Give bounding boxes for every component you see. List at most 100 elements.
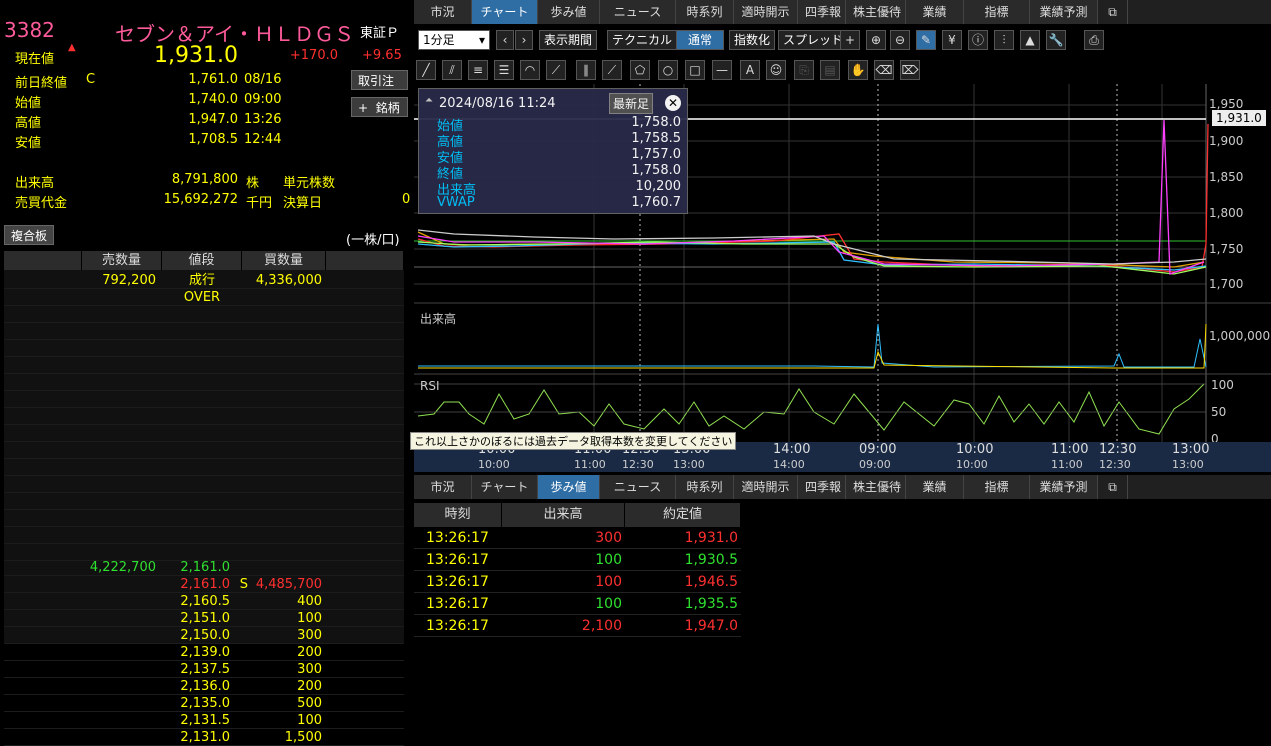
prev-close-date: 08/16 (244, 72, 282, 87)
yen-icon[interactable]: ¥ (942, 30, 962, 50)
tab-chart[interactable]: チャート (472, 475, 538, 499)
tick-row[interactable]: 13:26:17 100 1,935.5 (414, 593, 741, 615)
crosshair-icon[interactable]: + (840, 30, 860, 50)
dropdown-arrow-icon: ▾ (478, 33, 485, 47)
tab-disclosure[interactable]: 適時開示 (734, 475, 798, 499)
rect-tool-icon[interactable]: □ (685, 60, 705, 80)
history-tooltip: これ以上さかのぼるには過去データ取得本数を変更してください (410, 432, 737, 450)
wrench-icon[interactable]: 🔧 (1046, 30, 1066, 50)
up-arrow-icon: ▲ (68, 42, 76, 53)
tab-performance[interactable]: 業績 (906, 0, 964, 24)
book-row-bid[interactable]: 2,151.0 100 (4, 610, 404, 627)
book-row-bid[interactable]: 2,137.5 300 (4, 661, 404, 678)
book-row-market[interactable]: 792,200 成行 4,336,000 (4, 272, 404, 289)
tab-ticks[interactable]: 歩み値 (538, 0, 600, 24)
technical-button[interactable]: テクニカル (607, 30, 678, 50)
book-row-bid[interactable]: 2,161.0 S 4,485,700 (4, 576, 404, 593)
index-mode-button[interactable]: 指数化 (729, 30, 776, 50)
collapse-icon[interactable]: ⏶ (425, 95, 433, 106)
tab-performance[interactable]: 業績 (906, 475, 964, 499)
interval-select[interactable]: 1分足 ▾ (418, 30, 490, 50)
tab-chart[interactable]: チャート (472, 0, 538, 24)
tab-shikiho[interactable]: 四季報 (798, 0, 846, 24)
book-row-bid[interactable]: 2,135.0 500 (4, 695, 404, 712)
text-tool-icon[interactable]: A (740, 60, 760, 80)
tab-disclosure[interactable]: 適時開示 (734, 0, 798, 24)
book-row-ask-top[interactable]: 4,222,700 2,161.0 (4, 559, 404, 576)
tick-row[interactable]: 13:26:17 2,100 1,947.0 (414, 615, 741, 637)
print-icon[interactable]: ⎙ (1084, 30, 1104, 50)
book-row-bid[interactable]: 2,131.0 1,500 (4, 729, 404, 746)
copy-icon[interactable]: ⎘ (794, 60, 814, 80)
tick-volume: 100 (595, 574, 622, 590)
ask-price: 2,161.0 (180, 560, 230, 575)
period-button[interactable]: 表示期間 (539, 30, 598, 50)
stock-button[interactable]: + 銘柄 (351, 97, 408, 117)
erase-all-icon[interactable]: ⌦ (900, 60, 920, 80)
window-icon[interactable]: ⧉ (1098, 475, 1128, 499)
tab-timeseries[interactable]: 時系列 (676, 0, 734, 24)
circle-tool-icon[interactable]: ○ (658, 60, 678, 80)
tab-indicators[interactable]: 指標 (964, 0, 1030, 24)
composite-board-button[interactable]: 複合板 (4, 225, 54, 245)
order-button[interactable]: 取引注 (351, 70, 408, 90)
normal-mode-button[interactable]: 通常 (676, 30, 724, 50)
bid-buy-qty: 100 (297, 713, 322, 728)
tab-benefits[interactable]: 株主優待 (846, 0, 906, 24)
gann-tool-icon[interactable]: ⟋ (602, 60, 622, 80)
book-row-bid[interactable]: 2,136.0 200 (4, 678, 404, 695)
paste-icon[interactable]: ▤ (820, 60, 840, 80)
fib-tool-icon[interactable]: ☰ (494, 60, 514, 80)
book-row-bid[interactable]: 2,139.0 200 (4, 644, 404, 661)
book-row (4, 510, 404, 527)
tick-row[interactable]: 13:26:17 100 1,946.5 (414, 571, 741, 593)
book-row-bid[interactable]: 2,160.5 400 (4, 593, 404, 610)
vlines-tool-icon[interactable]: ∥ (576, 60, 596, 80)
close-icon[interactable]: ✕ (665, 95, 681, 111)
channel-tool-icon[interactable]: ⫽ (442, 60, 462, 80)
tick-row[interactable]: 13:26:17 100 1,930.5 (414, 549, 741, 571)
rsi-pane-label: RSI (420, 379, 440, 393)
hlines-tool-icon[interactable]: ≡ (468, 60, 488, 80)
prev-arrow-icon[interactable]: ‹ (496, 30, 514, 50)
next-arrow-icon[interactable]: › (515, 30, 533, 50)
spread-mode-button[interactable]: スプレッド (778, 30, 849, 50)
tab-forecast[interactable]: 業績予測 (1030, 0, 1098, 24)
time-tick-lower: 10:00 (956, 458, 988, 471)
line-tool-icon[interactable]: ╱ (416, 60, 436, 80)
tab-news[interactable]: ニュース (600, 475, 676, 499)
tab-market[interactable]: 市況 (414, 475, 472, 499)
bid-price: 2,131.0 (180, 730, 230, 745)
book-row-bid[interactable]: 2,131.5 100 (4, 712, 404, 729)
arc-tool-icon[interactable]: ◠ (520, 60, 540, 80)
emoji-tool-icon[interactable]: ☺ (766, 60, 786, 80)
tab-market[interactable]: 市況 (414, 0, 472, 24)
tab-shikiho[interactable]: 四季報 (798, 475, 846, 499)
window-icon[interactable]: ⧉ (1098, 0, 1128, 24)
hline-tool-icon[interactable]: — (712, 60, 732, 80)
tab-indicators[interactable]: 指標 (964, 475, 1030, 499)
tab-benefits[interactable]: 株主優待 (846, 475, 906, 499)
high-label: 高値 (15, 116, 42, 131)
zoom-out-icon[interactable]: ⊖ (890, 30, 910, 50)
candle-settings-icon[interactable]: ⫶ (994, 30, 1014, 50)
book-row (4, 527, 404, 544)
bid-price: 2,135.0 (180, 696, 230, 711)
hand-icon[interactable]: ✋ (848, 60, 868, 80)
info-icon[interactable]: ⓘ (968, 30, 988, 50)
tab-timeseries[interactable]: 時系列 (676, 475, 734, 499)
zoom-in-icon[interactable]: ⊕ (866, 30, 886, 50)
volume-tick: 1,000,000 (1209, 329, 1271, 343)
pen-icon[interactable]: ✎ (916, 30, 936, 50)
area-chart-icon[interactable]: ▲ (1020, 30, 1040, 50)
pentagon-tool-icon[interactable]: ⬠ (630, 60, 650, 80)
tab-forecast[interactable]: 業績予測 (1030, 475, 1098, 499)
tick-row[interactable]: 13:26:17 300 1,931.0 (414, 527, 741, 549)
book-row-bid[interactable]: 2,150.0 300 (4, 627, 404, 644)
latest-bar-button[interactable]: 最新足 (609, 93, 654, 114)
eraser-icon[interactable]: ⌫ (874, 60, 894, 80)
tick-price: 1,946.5 (684, 574, 738, 590)
tab-news[interactable]: ニュース (600, 0, 676, 24)
fan-tool-icon[interactable]: ⟋ (546, 60, 566, 80)
tab-ticks[interactable]: 歩み値 (538, 475, 600, 499)
